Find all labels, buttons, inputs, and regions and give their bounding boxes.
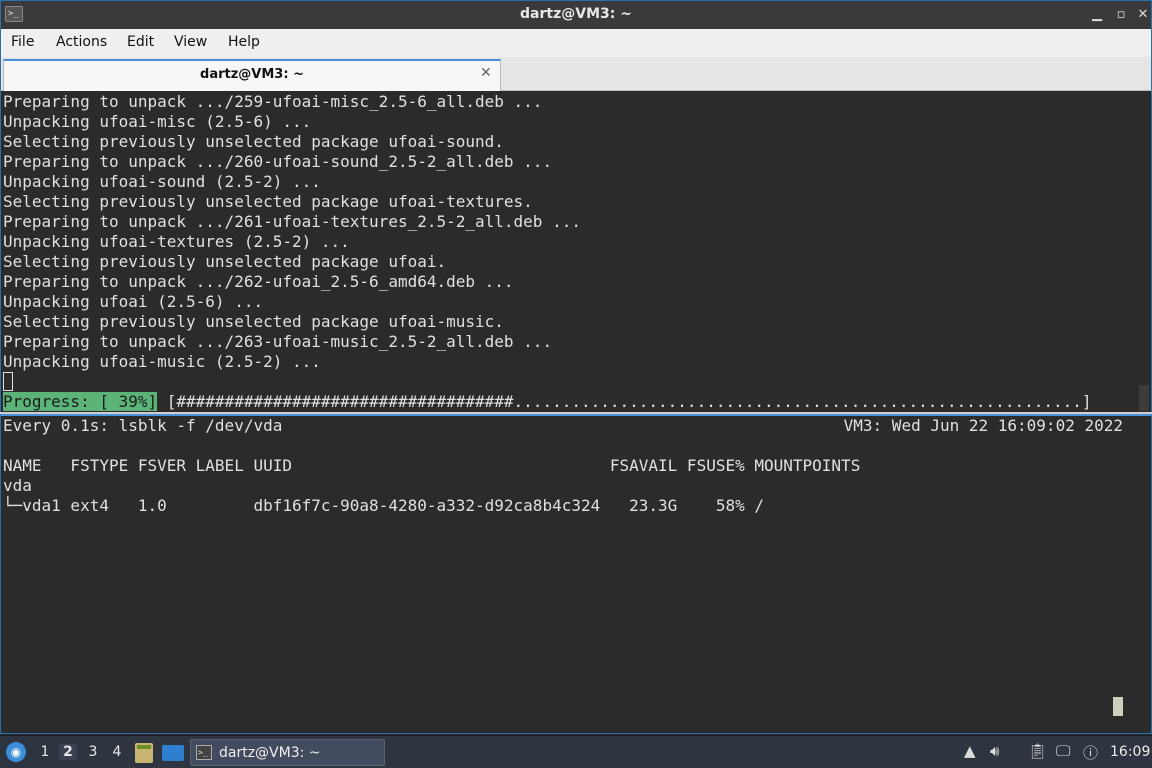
tab-label: dartz@VM3: ~ (200, 67, 304, 82)
menu-actions[interactable]: Actions (56, 34, 107, 50)
terminal-line: Selecting previously unselected package … (3, 252, 447, 271)
terminal-line: Preparing to unpack .../261-ufoai-textur… (3, 212, 581, 231)
menu-edit[interactable]: Edit (127, 34, 154, 50)
menu-view[interactable]: View (174, 34, 207, 50)
menu-help[interactable]: Help (228, 34, 260, 50)
clipboard-icon[interactable]: 📋︎ (1028, 742, 1047, 760)
terminal-line: Preparing to unpack .../263-ufoai-music_… (3, 332, 553, 351)
workspace-2[interactable]: 2 (59, 744, 77, 760)
menu-file[interactable]: File (11, 34, 34, 50)
progress-line: Progress: [ 39%] [######################… (3, 392, 1092, 412)
file-manager-icon[interactable] (135, 743, 153, 763)
terminal-icon: >_ (196, 745, 212, 760)
maximize-icon[interactable]: ▫ (1111, 5, 1131, 25)
tray-up-arrow-icon[interactable]: ▲ (964, 742, 976, 760)
close-icon[interactable]: ✕ (1133, 5, 1152, 25)
clock[interactable]: 16:09 (1110, 744, 1150, 760)
terminal-line: Selecting previously unselected package … (3, 312, 504, 331)
lsblk-row: vda (3, 476, 32, 495)
network-icon[interactable]: 🖵︎ (1056, 742, 1070, 760)
tab-terminal[interactable]: dartz@VM3: ~ ✕ (3, 59, 501, 91)
progress-label: Progress: [ 39%] (3, 392, 158, 411)
taskbar-item-label: dartz@VM3: ~ (219, 745, 321, 761)
terminal-line: Selecting previously unselected package … (3, 132, 504, 151)
show-desktop-icon[interactable] (162, 745, 184, 761)
notification-icon[interactable]: ⓘ (1083, 742, 1098, 763)
lsblk-row: └─vda1 ext4 1.0 dbf16f7c-90a8-4280-a332-… (3, 496, 764, 515)
workspace-4[interactable]: 4 (108, 744, 126, 760)
taskbar-item-terminal[interactable]: >_ dartz@VM3: ~ (190, 739, 385, 766)
terminal-line: Selecting previously unselected package … (3, 192, 533, 211)
start-menu-icon[interactable]: ◉ (6, 742, 26, 762)
terminal-line: Preparing to unpack .../260-ufoai-sound_… (3, 152, 553, 171)
window-title: dartz@VM3: ~ (520, 6, 632, 22)
taskbar: ◉ 1 2 3 4 >_ dartz@VM3: ~ ▲ 🔊︎ 📋︎ 🖵︎ ⓘ 1… (0, 735, 1152, 768)
watch-header-right: VM3: Wed Jun 22 16:09:02 2022 (843, 416, 1123, 435)
window-titlebar[interactable]: >_ dartz@VM3: ~ ▁ ▫ ✕ (0, 0, 1152, 29)
terminal-pane-top[interactable]: Preparing to unpack .../259-ufoai-misc_2… (0, 91, 1152, 412)
workspace-3[interactable]: 3 (84, 744, 102, 760)
tab-bar: dartz@VM3: ~ ✕ (0, 57, 1152, 91)
workspace-1[interactable]: 1 (36, 744, 54, 760)
tab-close-icon[interactable]: ✕ (480, 65, 492, 81)
terminal-pane-bottom[interactable]: Every 0.1s: lsblk -f /dev/vda VM3: Wed J… (0, 414, 1152, 734)
scrollbar-thumb[interactable] (1139, 385, 1149, 411)
terminal-line: Unpacking ufoai-sound (2.5-2) ... (3, 172, 321, 191)
watch-header-left: Every 0.1s: lsblk -f /dev/vda (3, 416, 283, 435)
lsblk-table-header: NAME FSTYPE FSVER LABEL UUID FSAVAIL FSU… (3, 456, 861, 475)
terminal-line: Preparing to unpack .../262-ufoai_2.5-6_… (3, 272, 514, 291)
terminal-line: Unpacking ufoai (2.5-6) ... (3, 292, 264, 311)
terminal-line: Unpacking ufoai-textures (2.5-2) ... (3, 232, 350, 251)
terminal-line: Preparing to unpack .../259-ufoai-misc_2… (3, 92, 543, 111)
progress-bar: [###################################....… (157, 392, 1092, 411)
menu-bar: File Actions Edit View Help (0, 29, 1152, 57)
terminal-line: Unpacking ufoai-music (2.5-2) ... (3, 352, 321, 371)
terminal-cursor (3, 372, 13, 391)
terminal-cursor (1113, 697, 1123, 716)
terminal-line: Unpacking ufoai-misc (2.5-6) ... (3, 112, 312, 131)
minimize-icon[interactable]: ▁ (1087, 5, 1107, 25)
volume-icon[interactable]: 🔊︎ (990, 742, 999, 760)
